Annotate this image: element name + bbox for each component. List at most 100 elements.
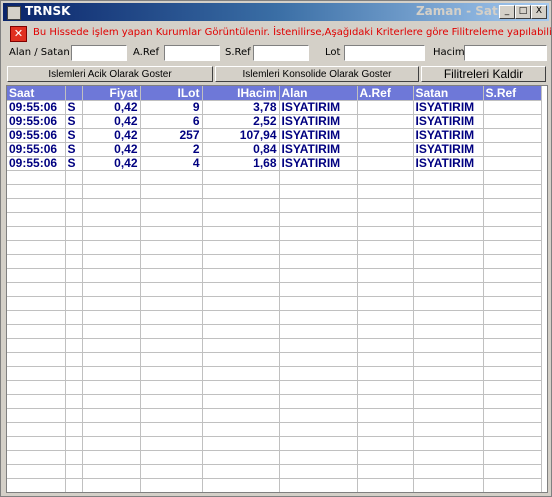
empty-cell [483, 226, 542, 241]
empty-cell [357, 254, 414, 269]
empty-cell [7, 436, 66, 451]
empty-cell [202, 464, 280, 479]
empty-cell [140, 240, 203, 255]
empty-cell [413, 324, 484, 339]
col-saat[interactable]: Saat [7, 86, 66, 101]
empty-cell [279, 268, 358, 283]
table-row[interactable]: 09:55:06 S 0,42 4 1,68 ISYATIRIM ISYATIRIM [7, 156, 542, 171]
table-row[interactable]: 09:55:06 S 0,42 6 2,52 ISYATIRIM ISYATIRIM [7, 114, 542, 129]
trades-grid[interactable]: Saat Fiyat ILot IHacim Alan A.Ref Satan … [6, 85, 548, 493]
col-sref[interactable]: S.Ref [483, 86, 542, 101]
col-aref[interactable]: A.Ref [357, 86, 414, 101]
empty-cell [357, 422, 414, 437]
cell-fiyat: 0,42 [82, 156, 141, 171]
cell-fiyat: 0,42 [82, 100, 141, 115]
cell-aref [357, 156, 414, 171]
empty-cell [279, 310, 358, 325]
empty-cell [140, 338, 203, 353]
close-info-icon[interactable]: ✕ [10, 26, 27, 42]
empty-cell [82, 240, 141, 255]
table-row[interactable]: 09:55:06 S 0,42 9 3,78 ISYATIRIM ISYATIRIM [7, 100, 542, 115]
empty-cell [65, 310, 83, 325]
empty-cell [279, 226, 358, 241]
empty-row [7, 268, 542, 283]
empty-cell [357, 296, 414, 311]
empty-cell [483, 296, 542, 311]
empty-cell [483, 254, 542, 269]
show-consolidated-button[interactable]: Islemleri Konsolide Olarak Goster [215, 66, 419, 82]
cell-alan: ISYATIRIM [279, 114, 358, 129]
empty-cell [413, 422, 484, 437]
empty-cell [357, 478, 414, 492]
empty-cell [82, 170, 141, 185]
close-button[interactable]: X [531, 5, 547, 19]
maximize-button[interactable]: □ [515, 5, 531, 19]
empty-cell [82, 436, 141, 451]
empty-cell [202, 450, 280, 465]
col-satan[interactable]: Satan [413, 86, 484, 101]
empty-cell [82, 422, 141, 437]
cell-aref [357, 100, 414, 115]
empty-cell [7, 226, 66, 241]
cell-alan: ISYATIRIM [279, 128, 358, 143]
empty-cell [202, 338, 280, 353]
empty-cell [413, 450, 484, 465]
empty-cell [65, 184, 83, 199]
lot-input[interactable] [344, 45, 425, 61]
empty-cell [202, 184, 280, 199]
table-body: 09:55:06 S 0,42 9 3,78 ISYATIRIM ISYATIRIM 09:5… [7, 100, 542, 492]
hacim-input[interactable] [464, 45, 547, 61]
col-ilot[interactable]: ILot [140, 86, 203, 101]
sref-input[interactable] [253, 45, 309, 61]
empty-cell [82, 352, 141, 367]
clear-filters-button[interactable]: Filitreleri Kaldir [421, 66, 546, 82]
empty-cell [279, 282, 358, 297]
empty-cell [279, 198, 358, 213]
empty-cell [140, 464, 203, 479]
empty-cell [7, 254, 66, 269]
empty-cell [483, 352, 542, 367]
empty-cell [483, 268, 542, 283]
col-side[interactable] [65, 86, 83, 101]
empty-cell [140, 198, 203, 213]
minimize-button[interactable]: _ [499, 5, 515, 19]
empty-cell [65, 408, 83, 423]
aref-input[interactable] [164, 45, 220, 61]
empty-cell [82, 464, 141, 479]
empty-cell [279, 184, 358, 199]
empty-cell [65, 282, 83, 297]
table-row[interactable]: 09:55:06 S 0,42 2 0,84 ISYATIRIM ISYATIRIM [7, 142, 542, 157]
empty-cell [140, 478, 203, 492]
empty-cell [65, 212, 83, 227]
empty-cell [413, 226, 484, 241]
table-row[interactable]: 09:55:06 S 0,42 257 107,94 ISYATIRIM ISYATIRIM [7, 128, 542, 143]
alan-satan-input[interactable] [71, 45, 127, 61]
empty-row [7, 338, 542, 353]
col-ihacim[interactable]: IHacim [202, 86, 280, 101]
empty-cell [65, 240, 83, 255]
empty-cell [413, 212, 484, 227]
sref-label: S.Ref [225, 47, 251, 58]
info-text: Bu Hissede işlem yapan Kurumlar Görüntül… [33, 27, 552, 38]
empty-cell [413, 198, 484, 213]
empty-cell [413, 478, 484, 492]
empty-cell [202, 436, 280, 451]
col-fiyat[interactable]: Fiyat [82, 86, 141, 101]
empty-cell [82, 310, 141, 325]
title-bar[interactable]: TRNSK Zaman - Satis _ □ X [3, 3, 549, 21]
empty-cell [140, 408, 203, 423]
empty-cell [65, 436, 83, 451]
empty-cell [357, 226, 414, 241]
cell-sref [483, 114, 542, 129]
cell-satan: ISYATIRIM [413, 142, 484, 157]
cell-side: S [65, 142, 83, 157]
cell-aref [357, 128, 414, 143]
empty-cell [65, 478, 83, 492]
empty-cell [140, 366, 203, 381]
show-open-button[interactable]: Islemleri Acik Olarak Goster [7, 66, 213, 82]
empty-cell [65, 394, 83, 409]
col-alan[interactable]: Alan [279, 86, 358, 101]
empty-cell [65, 422, 83, 437]
empty-cell [65, 226, 83, 241]
empty-cell [7, 282, 66, 297]
